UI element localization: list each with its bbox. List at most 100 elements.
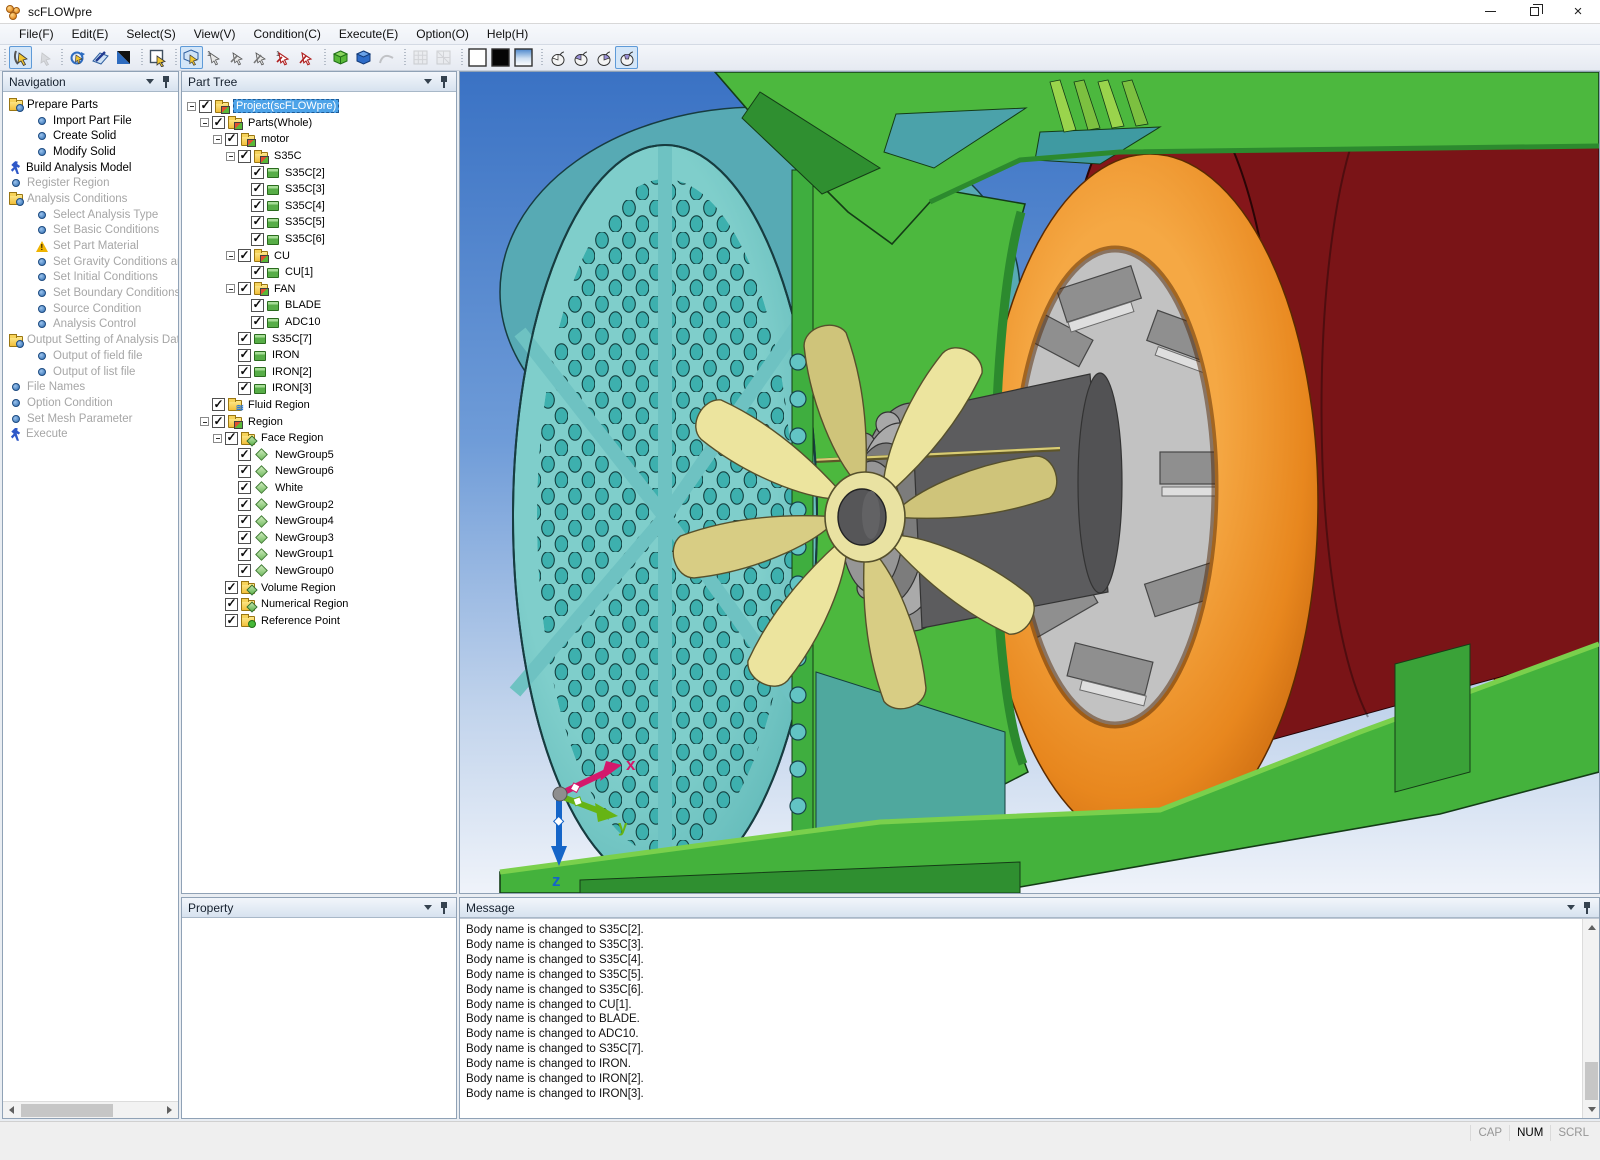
tree-expander[interactable]	[226, 251, 235, 260]
tree-row[interactable]: NewGroup4	[187, 513, 456, 530]
navigation-item[interactable]: Register Region	[9, 175, 178, 191]
tree-row[interactable]: S35C[4]	[187, 198, 456, 215]
tree-item-label[interactable]: Reference Point	[259, 615, 342, 627]
pin-button[interactable]	[436, 75, 452, 89]
tree-checkbox[interactable]	[238, 515, 251, 528]
tree-item-label[interactable]: CU[1]	[283, 266, 315, 278]
navigation-item[interactable]: Prepare Parts	[9, 97, 178, 113]
tree-row[interactable]: NewGroup3	[187, 529, 456, 546]
tree-item-label[interactable]: White	[273, 482, 305, 494]
arc-icon[interactable]	[375, 46, 398, 69]
restore-button[interactable]	[1512, 0, 1556, 23]
pick-face-remove-icon[interactable]	[295, 46, 318, 69]
tree-row[interactable]: CU[1]	[187, 264, 456, 281]
menu-item[interactable]: Edit(E)	[63, 25, 118, 43]
tree-item-label[interactable]: ADC10	[283, 316, 322, 328]
mesh-grid-alt-icon[interactable]	[432, 46, 455, 69]
tree-checkbox[interactable]	[251, 266, 264, 279]
tree-item-label[interactable]: Region	[246, 416, 285, 428]
tree-item-label[interactable]: NewGroup5	[273, 449, 336, 461]
shade-mode-icon[interactable]	[112, 46, 135, 69]
tree-item-label[interactable]: S35C[7]	[270, 333, 314, 345]
tree-item-label[interactable]: BLADE	[283, 299, 323, 311]
tree-checkbox[interactable]	[212, 116, 225, 129]
tree-checkbox[interactable]	[238, 548, 251, 561]
tree-expander[interactable]	[226, 152, 235, 161]
orbit-rotate-icon[interactable]	[66, 46, 89, 69]
tree-item-label[interactable]: NewGroup2	[273, 499, 336, 511]
tree-checkbox[interactable]	[238, 150, 251, 163]
tree-checkbox[interactable]	[238, 498, 251, 511]
navigation-item[interactable]: Import Part File	[9, 113, 178, 129]
tree-checkbox[interactable]	[238, 531, 251, 544]
tree-item-label[interactable]: motor	[259, 133, 291, 145]
menu-item[interactable]: Condition(C)	[245, 25, 330, 43]
navigation-item[interactable]: Output of list file	[9, 364, 178, 380]
navigation-item[interactable]: Option Condition	[9, 395, 178, 411]
navigation-item[interactable]: File Names	[9, 379, 178, 395]
scroll-up-button[interactable]	[1583, 919, 1600, 936]
tree-item-label[interactable]: FAN	[272, 283, 297, 295]
navigation-item[interactable]: Output Setting of Analysis Data	[9, 332, 178, 348]
tree-row[interactable]: Reference Point	[187, 612, 456, 629]
bg-gradient-swatch[interactable]	[512, 46, 535, 69]
minimize-button[interactable]	[1468, 0, 1512, 23]
tree-row[interactable]: Parts(Whole)	[187, 115, 456, 132]
navigation-item[interactable]: Create Solid	[9, 128, 178, 144]
close-button[interactable]: ×	[1556, 0, 1600, 23]
tree-row[interactable]: Region	[187, 413, 456, 430]
navigation-item[interactable]: Set Initial Conditions	[9, 270, 178, 286]
message-vscrollbar[interactable]	[1582, 919, 1599, 1118]
navigation-item[interactable]: Execute	[9, 426, 178, 442]
tree-checkbox[interactable]	[225, 133, 238, 146]
pick-add-icon[interactable]: 1	[203, 46, 226, 69]
mesh-grid-icon[interactable]	[409, 46, 432, 69]
mouse-mode-2-icon[interactable]	[569, 46, 592, 69]
menu-item[interactable]: Help(H)	[478, 25, 537, 43]
tree-item-label[interactable]: Numerical Region	[259, 598, 350, 610]
tree-checkbox[interactable]	[251, 183, 264, 196]
mouse-mode-1-icon[interactable]	[546, 46, 569, 69]
navigation-item[interactable]: Set Mesh Parameter	[9, 411, 178, 427]
tree-item-label[interactable]: IRON[3]	[270, 382, 314, 394]
tree-item-label[interactable]: S35C[3]	[283, 183, 327, 195]
tree-row[interactable]: NewGroup2	[187, 496, 456, 513]
tree-row[interactable]: BLADE	[187, 297, 456, 314]
tree-row[interactable]: Volume Region	[187, 579, 456, 596]
tree-item-label[interactable]: S35C[4]	[283, 200, 327, 212]
tree-checkbox[interactable]	[225, 598, 238, 611]
tree-expander[interactable]	[187, 102, 196, 111]
tree-checkbox[interactable]	[212, 398, 225, 411]
navigation-item[interactable]: Select Analysis Type	[9, 207, 178, 223]
tree-row[interactable]: Numerical Region	[187, 596, 456, 613]
tree-row[interactable]: IRON[2]	[187, 364, 456, 381]
scroll-down-button[interactable]	[1583, 1101, 1600, 1118]
bg-white-swatch[interactable]	[466, 46, 489, 69]
panel-menu-button[interactable]	[420, 901, 436, 915]
solid-blue-icon[interactable]	[352, 46, 375, 69]
tree-row[interactable]: S35C[2]	[187, 164, 456, 181]
tree-checkbox[interactable]	[238, 465, 251, 478]
tree-row[interactable]: IRON[3]	[187, 380, 456, 397]
pick-body-icon[interactable]	[180, 46, 203, 69]
bg-black-swatch[interactable]	[489, 46, 512, 69]
tree-item-label[interactable]: IRON	[270, 349, 302, 361]
menu-item[interactable]: View(V)	[185, 25, 245, 43]
tree-row[interactable]: S35C[5]	[187, 214, 456, 231]
tree-checkbox[interactable]	[225, 614, 238, 627]
scrollbar-thumb[interactable]	[1585, 1062, 1598, 1100]
menu-item[interactable]: Execute(E)	[330, 25, 407, 43]
tree-row[interactable]: White	[187, 480, 456, 497]
tree-checkbox[interactable]	[238, 382, 251, 395]
zoom-area-icon[interactable]	[146, 46, 169, 69]
navigation-item[interactable]: Build Analysis Model	[9, 160, 178, 176]
menu-item[interactable]: File(F)	[10, 25, 63, 43]
tree-checkbox[interactable]	[238, 564, 251, 577]
navigation-item[interactable]: Set Basic Conditions	[9, 223, 178, 239]
tree-row[interactable]: Face Region	[187, 430, 456, 447]
tree-item-label[interactable]: Face Region	[259, 432, 325, 444]
tree-item-label[interactable]: NewGroup0	[273, 565, 336, 577]
navigation-hscrollbar[interactable]	[3, 1101, 178, 1118]
tree-item-label[interactable]: Volume Region	[259, 582, 338, 594]
tree-item-label[interactable]: NewGroup4	[273, 515, 336, 527]
